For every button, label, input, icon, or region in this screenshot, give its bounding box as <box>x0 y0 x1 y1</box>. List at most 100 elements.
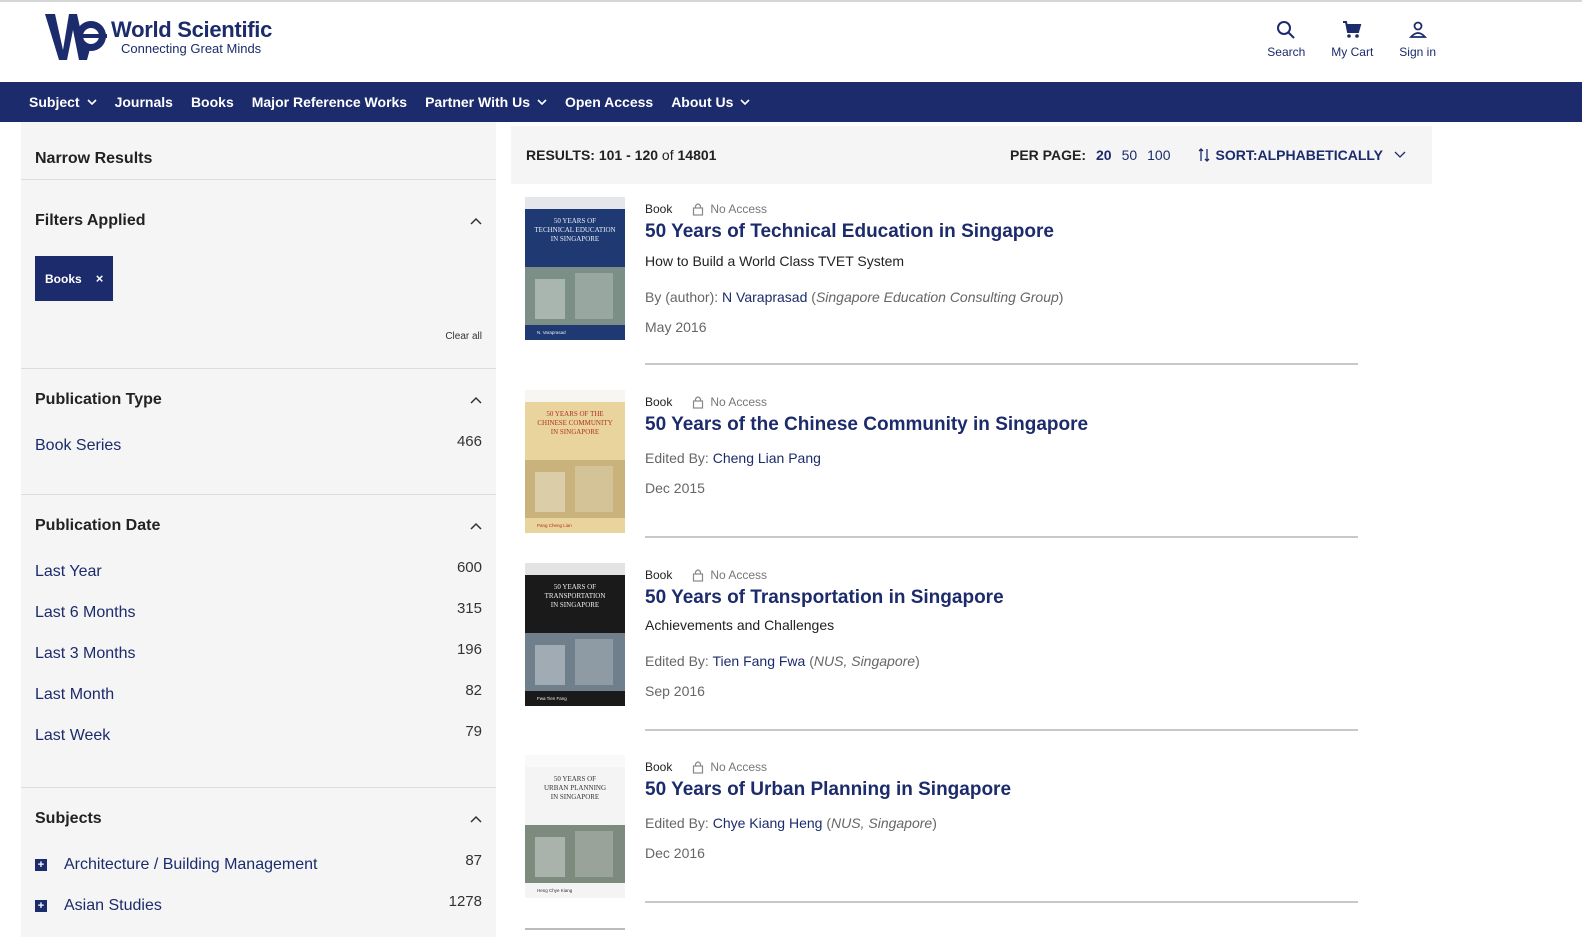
narrow-results-title: Narrow Results <box>21 122 496 180</box>
access-status: No Access <box>710 202 768 216</box>
nav-subject[interactable]: Subject <box>29 94 97 110</box>
per-page-50[interactable]: 50 <box>1122 147 1138 163</box>
result-subtitle: Achievements and Challenges <box>645 617 835 633</box>
book-cover-art: 50 YEARS OFTRANSPORTATIONIN SINGAPORE Fwa… <box>525 563 625 706</box>
book-cover-art: 50 YEARS OFURBAN PLANNINGIN SINGAPORE Hen… <box>525 755 625 898</box>
cover-title-line: 50 YEARS OF <box>554 583 596 591</box>
search-icon <box>1277 21 1295 39</box>
result-divider <box>645 729 1358 731</box>
publication-date-section: Publication Date Last Year 600 Last 6 Mon… <box>21 495 496 788</box>
result-divider <box>645 363 1358 365</box>
per-page-100[interactable]: 100 <box>1147 147 1170 163</box>
nav-about-us[interactable]: About Us <box>671 94 750 110</box>
access-status: No Access <box>710 760 768 774</box>
publication-type-header[interactable]: Publication Type <box>35 391 482 409</box>
cart-button[interactable]: My Cart <box>1331 20 1373 59</box>
result-title[interactable]: 50 Years of Transportation in Singapore <box>645 587 1358 609</box>
content-type: Book <box>645 568 673 582</box>
sign-in-label: Sign in <box>1399 45 1436 59</box>
cover-author: Fwa Tien Fang <box>537 696 567 701</box>
user-icon <box>1408 21 1427 38</box>
result-authors: Edited By: Tien Fang Fwa (NUS, Singapore… <box>645 653 920 669</box>
author-affiliation: Singapore Education Consulting Group <box>815 289 1059 305</box>
facet-item[interactable]: Last 3 Months 196 <box>35 641 482 663</box>
next-cover-edge <box>525 928 625 930</box>
author-link[interactable]: Tien Fang Fwa <box>712 653 805 669</box>
cover-title-line: 50 YEARS OF <box>554 775 596 783</box>
nav-journals[interactable]: Journals <box>115 94 173 110</box>
cover-title-line: TRANSPORTATION <box>545 592 606 600</box>
chevron-down-icon <box>740 99 750 105</box>
page-content: Narrow Results Filters Applied Books × C… <box>0 122 1582 937</box>
result-divider <box>645 901 1358 903</box>
cover-title-line: IN SINGAPORE <box>551 235 599 243</box>
nav-books[interactable]: Books <box>191 94 234 110</box>
filters-applied-header[interactable]: Filters Applied <box>35 212 482 230</box>
author-link[interactable]: Cheng Lian Pang <box>713 450 821 466</box>
chevron-down-icon <box>1394 151 1406 158</box>
brand-name: World Scientific <box>111 17 273 42</box>
sort-arrows-icon <box>1198 148 1209 162</box>
cover-title-line: IN SINGAPORE <box>551 428 599 436</box>
result-title[interactable]: 50 Years of Urban Planning in Singapore <box>645 779 1358 801</box>
site-logo[interactable]: World Scientific Connecting Great Minds <box>43 10 272 64</box>
per-page-label: PER PAGE: <box>1010 147 1086 163</box>
result-title[interactable]: 50 Years of Technical Education in Singa… <box>645 221 1358 243</box>
subjects-header[interactable]: Subjects <box>35 810 482 828</box>
author-link[interactable]: Chye Kiang Heng <box>713 815 823 831</box>
cover-title-line: IN SINGAPORE <box>551 793 599 801</box>
sign-in-button[interactable]: Sign in <box>1399 20 1436 59</box>
chevron-down-icon <box>537 99 547 105</box>
publication-date: Dec 2016 <box>645 845 705 861</box>
facet-item[interactable]: Last Year 600 <box>35 559 482 581</box>
cart-icon <box>1343 21 1362 38</box>
publication-date: Dec 2015 <box>645 480 705 496</box>
chevron-down-icon <box>87 99 97 105</box>
chevron-up-icon <box>470 217 482 225</box>
result-authors: Edited By: Chye Kiang Heng (NUS, Singapo… <box>645 815 937 831</box>
book-cover-art: 50 YEARS OFTECHNICAL EDUCATIONIN SINGAPO… <box>525 197 625 340</box>
chevron-up-icon <box>470 396 482 404</box>
facet-item[interactable]: Book Series 466 <box>35 433 482 455</box>
content-type: Book <box>645 202 673 216</box>
book-cover[interactable]: 50 YEARS OF THE CHINESE COMMUNITY IN SINGA… <box>525 390 625 533</box>
filter-chip-books[interactable]: Books × <box>35 256 114 301</box>
nav-partner-with-us[interactable]: Partner With Us <box>425 94 547 110</box>
cover-author: Heng Chye Kiang <box>537 888 573 893</box>
search-button[interactable]: Search <box>1267 20 1305 59</box>
close-icon[interactable]: × <box>96 271 104 286</box>
access-status: No Access <box>710 568 768 582</box>
facet-item[interactable]: Last Week 79 <box>35 723 482 745</box>
nav-open-access[interactable]: Open Access <box>565 94 653 110</box>
lock-icon <box>693 569 704 582</box>
lock-icon <box>693 761 704 774</box>
book-cover[interactable]: 50 YEARS OF URBAN PLANNING IN SINGAPORE Hen… <box>525 755 625 898</box>
publication-date-header[interactable]: Publication Date <box>35 517 482 535</box>
results-toolbar: RESULTS: 101 - 120 of 14801 PER PAGE: 20… <box>511 126 1432 184</box>
book-cover[interactable]: 50 YEARS OF TECHNICAL EDUCATION IN SINGAPO… <box>525 197 625 340</box>
cover-title-line: CHINESE COMMUNITY <box>537 419 612 427</box>
facet-item[interactable]: Last Month 82 <box>35 682 482 704</box>
facet-item[interactable]: + Architecture / Building Management 87 <box>35 852 482 874</box>
per-page-20[interactable]: 20 <box>1096 147 1112 163</box>
expand-plus-icon[interactable]: + <box>35 900 47 912</box>
search-label: Search <box>1267 45 1306 59</box>
expand-plus-icon[interactable]: + <box>35 859 47 871</box>
cover-title-line: IN SINGAPORE <box>551 601 599 609</box>
facet-item[interactable]: Last 6 Months 315 <box>35 600 482 622</box>
brand-tagline: Connecting Great Minds <box>121 41 262 56</box>
site-header: World Scientific Connecting Great Minds … <box>0 2 1582 82</box>
content-type: Book <box>645 395 673 409</box>
chevron-up-icon <box>470 522 482 530</box>
facet-item[interactable]: + Asian Studies 1278 <box>35 893 482 915</box>
nav-major-reference-works[interactable]: Major Reference Works <box>252 94 407 110</box>
sort-dropdown[interactable]: SORT:ALPHABETICALLY <box>1198 147 1418 163</box>
cover-title-line: URBAN PLANNING <box>544 784 606 792</box>
author-link[interactable]: N Varaprasad <box>722 289 807 305</box>
clear-all-link[interactable]: Clear all <box>35 331 482 342</box>
lock-icon <box>693 203 704 216</box>
cover-author: Pang Cheng Lian <box>537 523 572 528</box>
book-cover[interactable]: 50 YEARS OF TRANSPORTATION IN SINGAPORE Fwa… <box>525 563 625 706</box>
results-count: RESULTS: 101 - 120 of 14801 <box>526 147 717 163</box>
result-title[interactable]: 50 Years of the Chinese Community in Sin… <box>645 414 1358 436</box>
